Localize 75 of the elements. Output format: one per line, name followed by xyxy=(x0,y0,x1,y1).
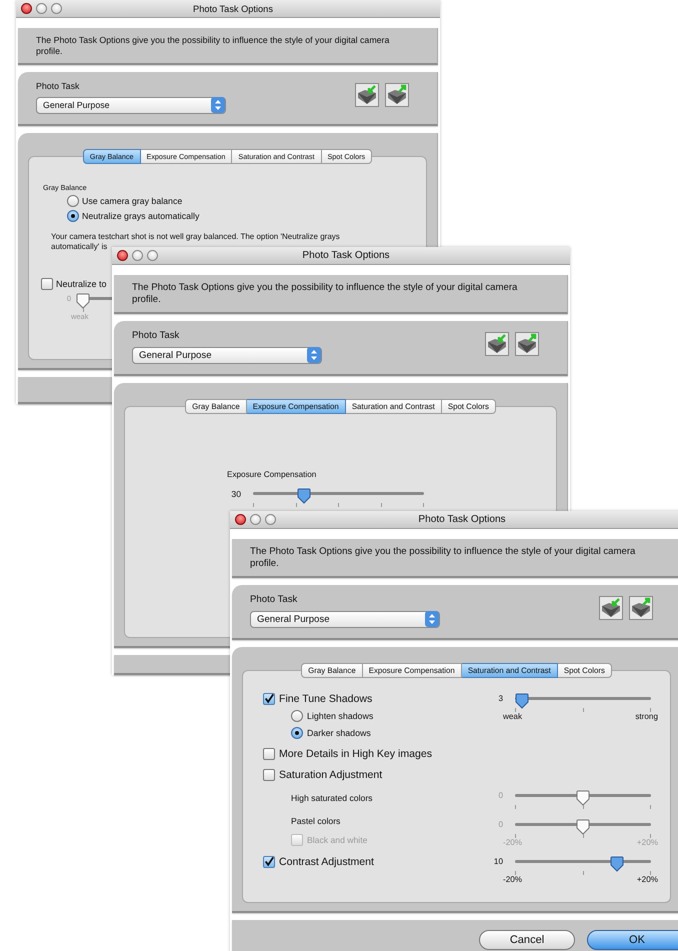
folder-button[interactable] xyxy=(599,596,623,620)
folder-arrow-icon xyxy=(516,332,538,355)
window-title: Photo Task Options xyxy=(192,4,274,14)
slider-value: 0 xyxy=(497,818,503,831)
photo-task-popup[interactable]: General Purpose xyxy=(132,346,322,364)
close-button[interactable] xyxy=(235,514,246,525)
description-text: The Photo Task Options give you the possibility to influence the style of your digital camera profile. xyxy=(36,35,390,57)
radio-button[interactable] xyxy=(67,194,79,207)
slider-thumb[interactable] xyxy=(514,692,529,709)
radio-label: Use camera gray balance xyxy=(82,196,182,206)
slider-value: 3 xyxy=(497,692,503,705)
description-text: The Photo Task Options give you the possibility to influence the style of your digital camera profile. xyxy=(250,546,636,570)
folder-button[interactable] xyxy=(629,596,653,620)
folder-arrow-icon xyxy=(486,332,508,355)
folder-button[interactable] xyxy=(355,82,379,107)
radio-label: Lighten shadows xyxy=(307,710,374,721)
photo-task-popup[interactable]: General Purpose xyxy=(250,610,440,628)
checkbox-label: Fine Tune Shadows xyxy=(279,692,372,705)
checkbox[interactable] xyxy=(263,748,275,760)
radio-label: Neutralize grays automatically xyxy=(82,210,200,221)
zoom-button[interactable] xyxy=(265,514,276,525)
folder-arrow-icon xyxy=(356,84,378,106)
checkbox-label: Contrast Adjustment xyxy=(279,856,374,868)
window-title: Photo Task Options xyxy=(417,514,507,525)
dialog-button[interactable]: OK xyxy=(587,930,678,950)
slider-max-label: +20% xyxy=(636,874,658,884)
folder-button[interactable] xyxy=(485,332,509,356)
slider-min-label: weak xyxy=(503,712,522,721)
checkbox-label: Black and white xyxy=(307,834,368,845)
slider-min-label: -20% xyxy=(503,874,522,884)
checkbox-label: More Details in High Key images xyxy=(279,748,432,760)
close-button[interactable] xyxy=(117,250,128,261)
minimize-button[interactable] xyxy=(36,3,47,14)
description-text: The Photo Task Options give you the possibility to influence the style of your digital camera profile. xyxy=(132,282,518,306)
slider-min-label: -20% xyxy=(503,838,522,847)
zoom-button[interactable] xyxy=(147,250,158,261)
slider-value: 0 xyxy=(497,790,503,802)
checkbox[interactable] xyxy=(263,856,275,868)
slider-thumb[interactable] xyxy=(610,856,624,872)
dialog-button[interactable]: Cancel xyxy=(479,930,575,950)
checkbox[interactable] xyxy=(263,768,275,781)
folder-arrow-icon xyxy=(630,596,652,619)
minimize-button[interactable] xyxy=(132,250,143,261)
radio-button[interactable] xyxy=(291,710,303,722)
folder-arrow-icon xyxy=(386,84,408,106)
slider-label: High saturated colors xyxy=(291,792,372,803)
photo-task-label: Photo Task xyxy=(250,594,298,605)
folder-arrow-icon xyxy=(600,596,622,619)
checkbox[interactable] xyxy=(263,692,275,705)
exposure-label: Exposure Compensation xyxy=(227,470,318,479)
slider-value: 10 xyxy=(493,856,503,868)
checkbox-label: Neutralize to xyxy=(56,279,107,290)
stepper-icon xyxy=(307,347,321,364)
radio-label: Darker shadows xyxy=(307,728,371,738)
checkbox-label: Saturation Adjustment xyxy=(279,768,382,781)
zoom-button[interactable] xyxy=(51,3,62,14)
minimize-button[interactable] xyxy=(250,514,261,525)
stepper-icon xyxy=(211,97,225,114)
slider-thumb[interactable] xyxy=(297,488,312,504)
photo-task-label: Photo Task xyxy=(132,330,180,341)
photo-task-label: Photo Task xyxy=(36,80,80,91)
slider-value: 30 xyxy=(231,488,241,500)
folder-button[interactable] xyxy=(385,82,409,107)
radio-button[interactable] xyxy=(291,726,303,739)
stepper-icon xyxy=(425,611,439,628)
slider-max-label: +20% xyxy=(636,838,658,847)
radio-button[interactable] xyxy=(67,210,79,222)
close-button[interactable] xyxy=(21,3,32,14)
slider-label: Pastel colors xyxy=(291,816,340,826)
window-title: Photo Task Options xyxy=(301,250,391,261)
folder-button[interactable] xyxy=(515,332,539,356)
photo-task-popup[interactable]: General Purpose xyxy=(36,96,226,114)
note-text: Your camera testchart shot is not well gray balanced. The option 'Neutralize grays automatically' is xyxy=(51,232,340,251)
slider-max-label: strong xyxy=(635,712,658,721)
checkbox[interactable] xyxy=(41,278,53,290)
